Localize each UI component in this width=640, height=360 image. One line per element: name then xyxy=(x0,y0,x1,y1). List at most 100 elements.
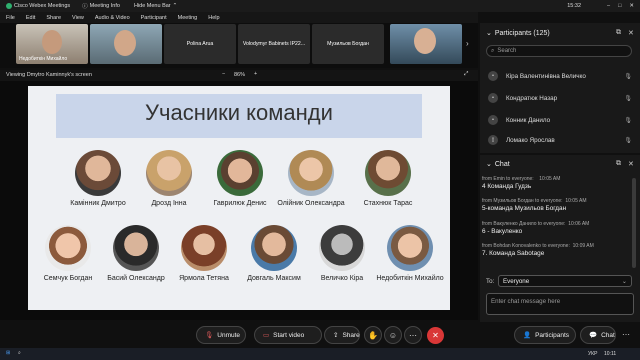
chat-input[interactable]: Enter chat message here xyxy=(486,293,634,315)
team-member: Ярмола Тетяна xyxy=(164,225,244,282)
chat-bubble-icon: 💬 xyxy=(589,332,598,339)
member-photo xyxy=(75,150,121,196)
recipient-select[interactable]: Everyone ⌄ xyxy=(498,275,632,287)
mic-off-icon: 🎙 xyxy=(205,332,214,339)
viewing-bar: Viewing Dmytro Kaminnyk's screen − 86% +… xyxy=(0,70,478,81)
unmute-button[interactable]: 🎙 Unmute xyxy=(196,326,246,344)
to-label: To: xyxy=(486,278,495,285)
popout-icon[interactable]: ⧉ xyxy=(616,29,621,37)
participant-row[interactable]: ▯ Ломако Ярослав 🎙 xyxy=(486,131,634,149)
zoom-level[interactable]: 86% xyxy=(234,72,245,78)
windows-start-icon[interactable]: ⊞ xyxy=(6,350,10,356)
phone-icon: ▯ xyxy=(488,135,498,145)
video-tile[interactable]: Музильов Богдан xyxy=(312,24,384,64)
menu-participant[interactable]: Participant xyxy=(141,15,167,21)
team-member: Гаврилюк Денис xyxy=(200,150,280,207)
share-button[interactable]: ⇪ Share xyxy=(324,326,360,344)
clock: 15:32 xyxy=(567,3,581,9)
taskbar-clock: 10:11 xyxy=(604,351,617,357)
video-tile[interactable] xyxy=(390,24,462,64)
zoom-in-button[interactable]: + xyxy=(254,71,257,77)
participants-panel: ⌄ Participants (125) ⧉ ✕ ⌕ Search • Кіра… xyxy=(480,23,640,153)
muted-mic-icon: 🎙 xyxy=(624,137,632,144)
webex-logo-icon xyxy=(6,3,12,9)
person-video xyxy=(114,30,136,56)
menu-help[interactable]: Help xyxy=(208,15,219,21)
member-name: Гаврилюк Денис xyxy=(213,200,267,207)
title-bar: Cisco Webex Meetings ⓘ Meeting Info Hide… xyxy=(0,0,640,12)
search-input[interactable]: ⌕ Search xyxy=(486,45,632,57)
member-photo xyxy=(288,150,334,196)
smile-icon: ☺ xyxy=(388,330,398,340)
start-video-button[interactable]: ▭ Start video xyxy=(254,326,322,344)
menu-view[interactable]: View xyxy=(72,15,84,21)
window-controls: – □ ✕ xyxy=(607,3,634,9)
participants-button[interactable]: 👤 Participants xyxy=(514,326,576,344)
more-icon: ⋯ xyxy=(409,330,417,340)
fullscreen-icon[interactable]: ⤢ xyxy=(464,71,468,78)
member-photo xyxy=(45,225,91,271)
participant-row[interactable]: • Кондратюк Назар 🎙 xyxy=(486,89,634,107)
maximize-icon[interactable]: □ xyxy=(618,3,621,9)
muted-mic-icon: 🎙 xyxy=(624,117,632,124)
chat-panel: ⌄ Chat ⧉ ✕ from Emin to everyone: 10:05 … xyxy=(480,155,640,350)
member-photo xyxy=(365,150,411,196)
close-panel-icon[interactable]: ✕ xyxy=(628,29,634,37)
member-photo xyxy=(251,225,297,271)
search-icon[interactable]: ⌕ xyxy=(18,350,21,356)
menu-bar: File Edit Share View Audio & Video Parti… xyxy=(0,12,478,23)
chat-message: from Музильов Богдан to everyone: 10:05 … xyxy=(482,198,587,212)
member-photo xyxy=(181,225,227,271)
hide-menu-bar-tab[interactable]: Hide Menu Bar ⌃ xyxy=(134,3,177,9)
video-tile[interactable]: Volodymyr Babinets IP22... xyxy=(238,24,310,64)
zoom-out-button[interactable]: − xyxy=(222,71,225,77)
team-member: Недобиткін Михайло xyxy=(370,225,450,282)
close-panel-icon[interactable]: ✕ xyxy=(628,160,634,168)
member-name: Недобиткін Михайло xyxy=(376,275,444,282)
menu-meeting[interactable]: Meeting xyxy=(178,15,198,21)
member-photo xyxy=(113,225,159,271)
viewing-label: Viewing Dmytro Kaminnyk's screen xyxy=(6,72,92,78)
app-title: Cisco Webex Meetings xyxy=(6,3,70,9)
member-photo xyxy=(319,225,365,271)
chat-header[interactable]: ⌄ Chat xyxy=(486,160,510,169)
participant-row[interactable]: • Кіра Валентинівна Величко 🎙 xyxy=(486,67,634,85)
video-tile[interactable]: Polina Arua xyxy=(164,24,236,64)
menu-file[interactable]: File xyxy=(6,15,15,21)
chat-scrollbar[interactable] xyxy=(632,178,636,268)
meeting-info-tab[interactable]: ⓘ Meeting Info xyxy=(82,2,120,10)
team-member: Камінник Дмитро xyxy=(58,150,138,207)
participants-header[interactable]: ⌄ Participants (125) xyxy=(486,29,550,38)
minimize-icon[interactable]: – xyxy=(607,3,610,9)
chat-button[interactable]: 💬 Chat xyxy=(580,326,616,344)
video-tile[interactable]: Недобиткін Михайло xyxy=(16,24,88,64)
muted-mic-icon: 🎙 xyxy=(624,73,632,80)
os-taskbar: ⊞ ⌕ УКР 10:11 xyxy=(0,348,640,360)
more-icon[interactable]: ⋯ xyxy=(622,330,630,339)
reactions-button[interactable]: ✋ xyxy=(364,326,382,344)
more-options-button[interactable]: ⋯ xyxy=(404,326,422,344)
menu-edit[interactable]: Edit xyxy=(26,15,35,21)
person-video xyxy=(42,30,62,54)
participant-row[interactable]: • Конник Данило 🎙 xyxy=(486,111,634,129)
member-name: Олійник Олександра xyxy=(277,200,345,207)
menu-share[interactable]: Share xyxy=(46,15,61,21)
person-video xyxy=(414,28,436,54)
member-name: Камінник Дмитро xyxy=(70,200,126,207)
leave-meeting-button[interactable]: ✕ xyxy=(427,327,444,344)
meeting-controls: 🎙 Unmute ▭ Start video ⇪ Share ✋ ☺ ⋯ ✕ 👤… xyxy=(0,322,640,348)
hand-icon: ✋ xyxy=(368,330,378,340)
language-indicator[interactable]: УКР xyxy=(588,351,597,357)
video-tile[interactable] xyxy=(90,24,162,64)
person-icon: 👤 xyxy=(523,332,532,339)
chat-message: from Emin to everyone: 10:05 AM 4 Команд… xyxy=(482,176,561,190)
menu-audio-video[interactable]: Audio & Video xyxy=(95,15,130,21)
emoji-button[interactable]: ☺ xyxy=(384,326,402,344)
popout-icon[interactable]: ⧉ xyxy=(616,160,621,168)
chevron-down-icon: ⌄ xyxy=(486,161,492,168)
chat-message: from Вакуленко Данило to everyone: 10:06… xyxy=(482,221,590,235)
close-icon[interactable]: ✕ xyxy=(629,3,634,9)
share-icon: ⇪ xyxy=(333,332,339,339)
video-strip: Недобиткін Михайло Polina Arua Volodymyr… xyxy=(0,23,478,68)
chevron-right-icon[interactable]: › xyxy=(466,39,469,48)
